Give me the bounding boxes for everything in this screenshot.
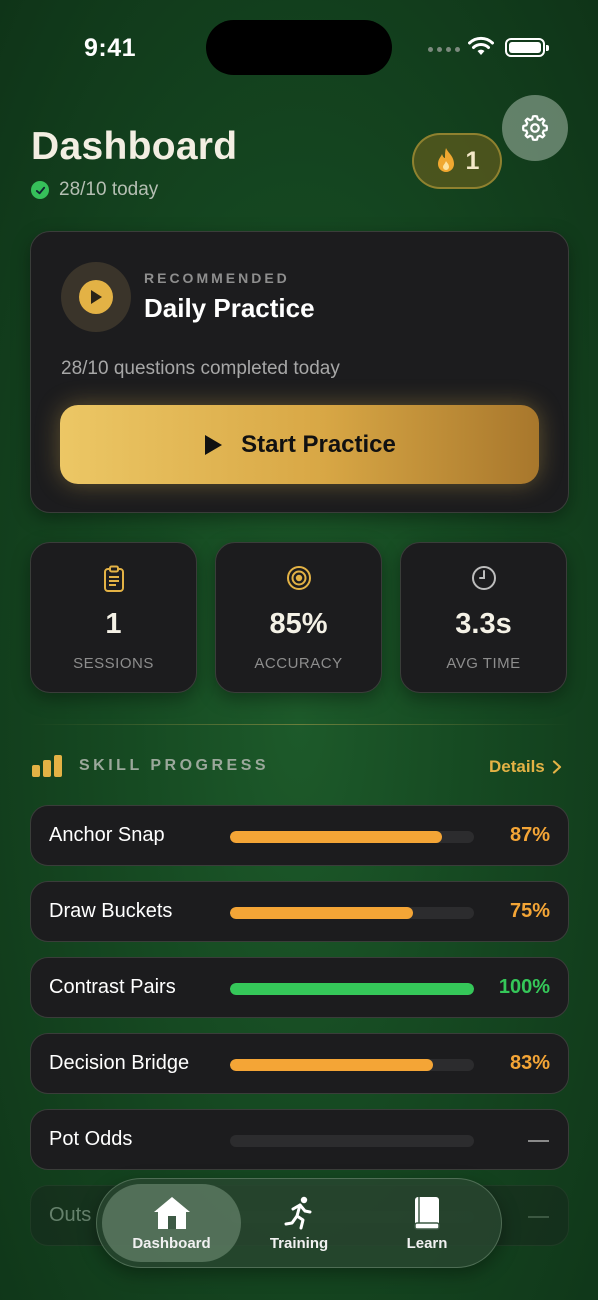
check-circle-icon <box>31 181 49 199</box>
skill-name: Outs <box>49 1204 92 1226</box>
skill-progress-bar <box>230 907 474 919</box>
tab-bar: Dashboard Training Learn <box>96 1178 502 1268</box>
status-time: 9:41 <box>84 34 137 62</box>
settings-button[interactable] <box>502 95 568 161</box>
stat-card-accuracy: 85% ACCURACY <box>215 542 382 693</box>
skill-name: Draw Buckets <box>49 900 173 922</box>
daily-status: 28/10 today <box>31 179 158 201</box>
play-circle-icon <box>61 262 131 332</box>
skill-row-decision-bridge[interactable]: Decision Bridge 83% <box>30 1033 569 1094</box>
skill-progress-header: SKILL PROGRESS <box>31 755 269 777</box>
skill-name: Pot Odds <box>49 1128 133 1150</box>
skill-name: Decision Bridge <box>49 1052 190 1074</box>
section-divider <box>30 724 569 725</box>
skill-percent: 100% <box>498 976 550 998</box>
skill-progress-bar <box>230 1059 474 1071</box>
skill-percent: 87% <box>509 824 550 846</box>
cellular-signal-icon <box>428 47 460 52</box>
skill-percent: 83% <box>509 1052 550 1074</box>
bar-chart-icon <box>32 755 62 777</box>
skill-name: Anchor Snap <box>49 824 165 846</box>
clock-icon <box>471 566 496 590</box>
book-icon <box>414 1196 440 1230</box>
daily-status-text: 28/10 today <box>59 179 159 200</box>
target-icon <box>286 566 311 590</box>
skill-row-draw-buckets[interactable]: Draw Buckets 75% <box>30 881 569 942</box>
recommended-title: Daily Practice <box>144 293 315 323</box>
stat-label: AVG TIME <box>446 655 521 672</box>
stat-value: 3.3s <box>455 608 512 640</box>
stat-label: SESSIONS <box>73 655 154 672</box>
skill-progress-bar <box>230 831 474 843</box>
gear-icon <box>522 115 548 141</box>
wifi-icon <box>468 36 494 55</box>
page-title: Dashboard <box>31 125 238 168</box>
stat-card-sessions: 1 SESSIONS <box>30 542 197 693</box>
skill-progress-bar <box>230 1135 474 1147</box>
skill-progress-bar <box>230 983 474 995</box>
tab-label: Dashboard <box>132 1234 211 1252</box>
details-link[interactable]: Details <box>489 757 562 777</box>
skill-row-anchor-snap[interactable]: Anchor Snap 87% <box>30 805 569 866</box>
chevron-right-icon <box>552 760 561 774</box>
flame-icon <box>437 148 454 172</box>
stat-value: 85% <box>269 608 328 640</box>
streak-badge[interactable]: 1 <box>412 133 502 189</box>
tab-label: Training <box>269 1234 329 1252</box>
skill-row-pot-odds[interactable]: Pot Odds <box>30 1109 569 1170</box>
skill-row-contrast-pairs[interactable]: Contrast Pairs 100% <box>30 957 569 1018</box>
battery-icon <box>505 38 549 57</box>
skill-percent: 75% <box>509 900 550 922</box>
stat-card-avg-time: 3.3s AVG TIME <box>400 542 567 693</box>
tab-training[interactable]: Training <box>247 1184 351 1262</box>
start-practice-label: Start Practice <box>241 430 396 458</box>
status-bar: 9:41 <box>0 0 598 96</box>
recommended-card: RECOMMENDED Daily Practice 28/10 questio… <box>30 231 569 513</box>
house-icon <box>153 1196 190 1229</box>
skill-name: Contrast Pairs <box>49 976 176 998</box>
recommended-eyebrow: RECOMMENDED <box>144 270 290 286</box>
no-data-dash <box>528 1140 549 1142</box>
streak-count: 1 <box>465 146 480 175</box>
stat-value: 1 <box>105 608 122 640</box>
play-icon <box>205 434 223 455</box>
recommended-description: 28/10 questions completed today <box>61 358 340 379</box>
runner-icon <box>284 1196 312 1229</box>
no-data-dash <box>528 1216 549 1218</box>
details-label: Details <box>489 757 545 776</box>
clipboard-icon <box>103 565 124 592</box>
stat-label: ACCURACY <box>254 655 343 672</box>
dynamic-island <box>206 20 392 75</box>
start-practice-button[interactable]: Start Practice <box>60 405 539 484</box>
tab-label: Learn <box>406 1234 448 1252</box>
tab-learn[interactable]: Learn <box>372 1184 482 1262</box>
tab-dashboard[interactable]: Dashboard <box>102 1184 241 1262</box>
skill-progress-heading: SKILL PROGRESS <box>79 757 270 774</box>
